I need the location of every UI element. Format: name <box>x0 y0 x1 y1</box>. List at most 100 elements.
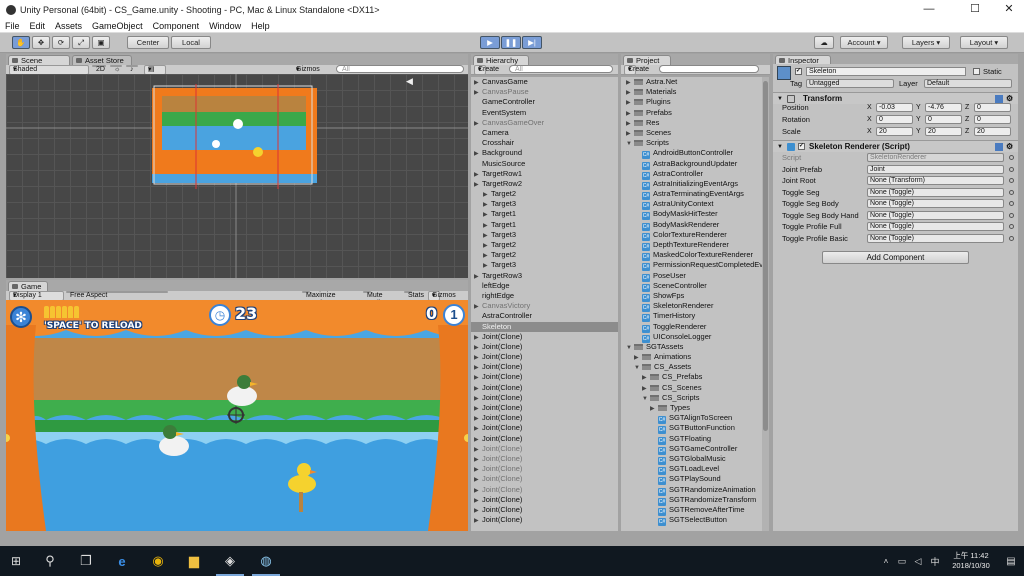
object-field[interactable]: None (Transform) <box>867 176 1004 185</box>
task-view-button[interactable]: ❐ <box>68 546 104 576</box>
project-item[interactable]: ▶ Animations <box>624 352 762 362</box>
game-viewport[interactable]: ✻ 'SPACE' TO RELOAD ◷ 23 0 1 <box>6 300 468 531</box>
expand-arrow-icon[interactable]: ▶ <box>474 516 482 526</box>
project-item[interactable]: C# ShowFps <box>624 291 762 302</box>
skeleton-renderer-header[interactable]: ▼ ✓ Skeleton Renderer (Script) ⚙ <box>773 140 1018 152</box>
object-active-checkbox[interactable]: ✓ <box>795 68 802 75</box>
position-z-input[interactable]: 0 <box>974 103 1011 112</box>
app-taskbar-button[interactable]: ◍ <box>248 546 284 576</box>
menu-component[interactable]: Component <box>148 19 205 32</box>
project-item[interactable]: ▶ Res <box>624 118 762 128</box>
chrome-button[interactable]: ◉ <box>140 546 176 576</box>
hierarchy-item[interactable]: ▶ TargetRow1 <box>471 169 618 179</box>
project-item[interactable]: ▶ CS_Prefabs <box>624 372 762 382</box>
hierarchy-item[interactable]: ▶ Joint(Clone) <box>471 474 618 484</box>
project-item[interactable]: C# SkeletonRenderer <box>624 301 762 313</box>
project-item[interactable]: C# SGTRandomizeTransform <box>624 495 762 506</box>
hierarchy-item[interactable]: ▶ Joint(Clone) <box>471 362 618 372</box>
layout-dropdown[interactable]: Layout ▾ <box>960 36 1008 49</box>
project-item[interactable]: C# SGTButtonFunction <box>624 423 762 435</box>
object-field[interactable]: Joint <box>867 164 1004 174</box>
project-create-dropdown[interactable]: Create ▾ <box>624 65 649 75</box>
hierarchy-item[interactable]: Crosshair <box>471 138 618 148</box>
hierarchy-item[interactable]: GameController <box>471 97 618 107</box>
project-item[interactable]: C# BodyMaskHitTester <box>624 209 762 221</box>
hierarchy-item[interactable]: ▶ Target3 <box>471 230 618 240</box>
project-item[interactable]: ▶ Astra.Net <box>624 77 762 87</box>
project-item[interactable]: C# MaskedColorTextureRenderer <box>624 250 762 262</box>
start-button[interactable]: ⊞ <box>0 546 32 576</box>
object-picker-icon[interactable] <box>1009 166 1014 172</box>
audio-toggle[interactable]: ♪ <box>126 65 138 73</box>
project-scroll-thumb[interactable] <box>763 81 768 431</box>
menu-help[interactable]: Help <box>246 19 275 32</box>
project-item[interactable]: C# ToggleRenderer <box>624 322 762 333</box>
toggle-2d-button[interactable]: 2D <box>92 65 106 73</box>
layer-dropdown[interactable]: Default <box>924 79 1012 88</box>
hierarchy-item[interactable]: leftEdge <box>471 281 618 291</box>
project-item[interactable]: C# SGTSelectButton <box>624 515 762 527</box>
project-item[interactable]: C# AstraUnityContext <box>624 199 762 211</box>
project-item[interactable]: C# SGTGameController <box>624 444 762 455</box>
project-item[interactable]: C# AndroidButtonController <box>624 148 762 160</box>
position-x-input[interactable]: -0.03 <box>876 103 913 112</box>
hierarchy-item[interactable]: ▶ CanvasGame <box>471 77 618 87</box>
tab-game[interactable]: Game <box>8 281 48 291</box>
hierarchy-item[interactable]: ▶ Target2 <box>471 250 618 260</box>
tab-project[interactable]: Project <box>623 55 671 65</box>
play-button[interactable]: ▶ <box>480 36 500 49</box>
hierarchy-item[interactable]: ▶ CanvasVictory <box>471 301 618 311</box>
scene-viewport[interactable]: ◀ <box>6 74 468 278</box>
edge-button[interactable]: e <box>104 546 140 576</box>
project-item[interactable]: ▼ CS_Assets <box>624 362 762 372</box>
taskbar-clock[interactable]: 上午 11:42 2018/10/30 <box>944 551 998 571</box>
object-field[interactable]: None (Toggle) <box>867 199 1004 208</box>
menu-gameobject[interactable]: GameObject <box>87 19 148 32</box>
pivot-local-button[interactable]: Local <box>171 36 211 49</box>
maximize-on-play-toggle[interactable]: Maximize on Play <box>302 291 336 307</box>
hierarchy-item[interactable]: ▶ Joint(Clone) <box>471 495 618 505</box>
menu-assets[interactable]: Assets <box>50 19 87 32</box>
object-picker-icon[interactable] <box>1009 189 1014 195</box>
hierarchy-item[interactable]: ▶ Joint(Clone) <box>471 342 618 352</box>
script-help-icon[interactable] <box>995 143 1003 151</box>
minimize-button[interactable]: — <box>914 0 944 19</box>
object-field[interactable]: None (Toggle) <box>867 210 1004 220</box>
hierarchy-item[interactable]: ▶ Target1 <box>471 209 618 219</box>
tab-scene[interactable]: Scene <box>8 55 70 65</box>
rotation-z-input[interactable]: 0 <box>974 115 1011 124</box>
hierarchy-item[interactable]: ▶ Target3 <box>471 260 618 270</box>
object-picker-icon[interactable] <box>1009 155 1014 160</box>
project-item[interactable]: C# DepthTextureRenderer <box>624 240 762 251</box>
object-field[interactable]: None (Toggle) <box>867 187 1004 197</box>
project-item[interactable]: C# BodyMaskRenderer <box>624 220 762 231</box>
move-tool-button[interactable]: ✥ <box>32 36 50 49</box>
project-item[interactable]: C# SGTAlignToScreen <box>624 413 762 425</box>
close-button[interactable]: ✕ <box>994 0 1024 19</box>
menu-window[interactable]: Window <box>204 19 246 32</box>
pivot-center-button[interactable]: Center <box>127 36 169 49</box>
project-item[interactable]: C# TimerHistory <box>624 311 762 323</box>
hierarchy-item[interactable]: AstraController <box>471 311 618 321</box>
project-item[interactable]: ▶ Plugins <box>624 97 762 107</box>
hierarchy-item[interactable]: ▶ TargetRow3 <box>471 271 618 281</box>
menu-file[interactable]: File <box>0 19 25 32</box>
hierarchy-item[interactable]: MusicSource <box>471 159 618 169</box>
menu-edit[interactable]: Edit <box>25 19 51 32</box>
project-item[interactable]: C# AstraController <box>624 169 762 180</box>
project-item[interactable]: C# ColorTextureRenderer <box>624 230 762 241</box>
pause-button[interactable]: ❚❚ <box>501 36 521 49</box>
project-item[interactable]: ▼ SGTAssets <box>624 342 762 352</box>
project-item[interactable]: ▶ Scenes <box>624 128 762 138</box>
object-picker-icon[interactable] <box>1009 201 1014 206</box>
hierarchy-item[interactable]: ▶ Target2 <box>471 240 618 250</box>
object-picker-icon[interactable] <box>1009 212 1014 218</box>
scale-x-input[interactable]: 20 <box>876 127 913 136</box>
search-button[interactable]: ⚲ <box>32 546 68 576</box>
hierarchy-item[interactable]: ▶ TargetRow2 <box>471 179 618 189</box>
hierarchy-item[interactable]: ▶ Joint(Clone) <box>471 403 618 413</box>
static-checkbox[interactable] <box>973 68 980 75</box>
notifications-button[interactable]: ▤ <box>998 546 1024 576</box>
object-picker-icon[interactable] <box>1009 224 1014 229</box>
unity-taskbar-button[interactable]: ◈ <box>212 546 248 576</box>
